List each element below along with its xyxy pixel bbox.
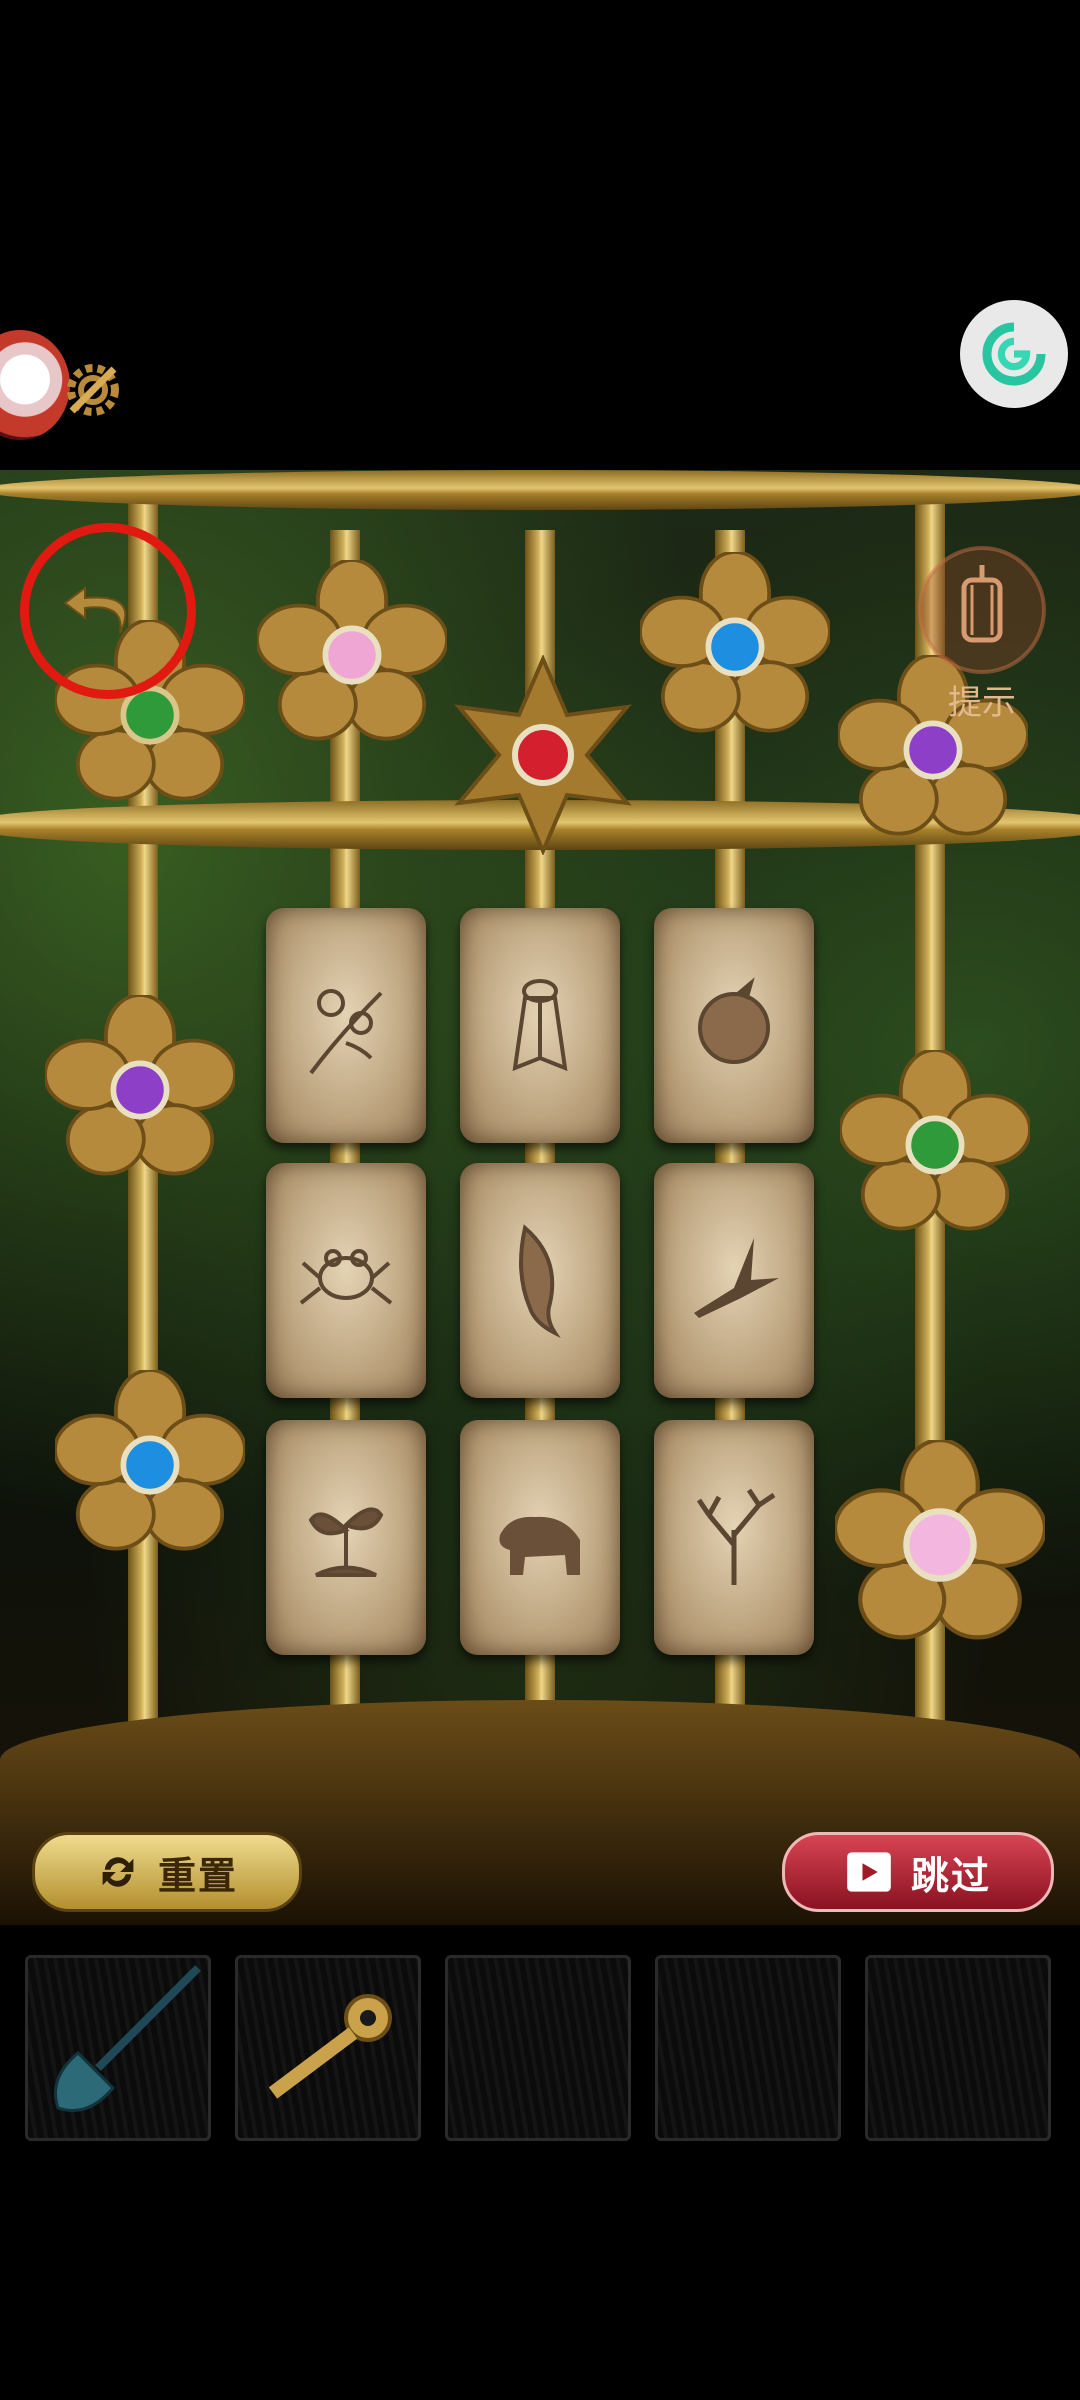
fish-icon — [519, 1224, 561, 1338]
tree-icon — [696, 1488, 776, 1585]
hint-button[interactable]: 提示 — [912, 540, 1052, 723]
skip-label: 跳过 — [910, 1853, 991, 1898]
stone-tile-sprout[interactable] — [266, 1420, 426, 1655]
gem-flower-red[interactable] — [443, 653, 643, 857]
stone-tile-cicada[interactable] — [460, 908, 620, 1143]
reset-label: 重置 — [157, 1853, 238, 1898]
gem-flower-purple[interactable] — [43, 993, 237, 1185]
stone-tile-fish[interactable] — [460, 1163, 620, 1398]
hint-label: 提示 — [948, 683, 1016, 723]
gem-flower-pink[interactable] — [255, 558, 449, 750]
gem-flower-green[interactable] — [838, 1048, 1032, 1240]
stone-tile-frog[interactable] — [266, 1163, 426, 1398]
back-button[interactable] — [20, 523, 196, 699]
lantern-icon — [918, 546, 1046, 674]
g-logo-icon — [982, 322, 1046, 386]
sprout-icon — [308, 1507, 384, 1577]
refresh-icon — [102, 1857, 134, 1887]
inventory-slot-empty[interactable] — [655, 1955, 841, 2141]
reset-button[interactable]: 重置 — [32, 1832, 302, 1912]
corner-logo-badge[interactable] — [960, 300, 1068, 408]
gem-flower-blue[interactable] — [638, 550, 832, 742]
inventory-slot-key[interactable] — [235, 1955, 421, 2141]
flower-branch-icon — [309, 989, 383, 1075]
stone-tile-pomegranate[interactable] — [654, 908, 814, 1143]
back-arrow-icon — [63, 586, 127, 634]
shovel-icon — [54, 1965, 201, 2112]
key-icon — [268, 1994, 392, 2099]
gem-flower-blue[interactable] — [53, 1368, 247, 1560]
cicada-icon — [512, 979, 568, 1072]
bird-icon — [694, 1238, 779, 1318]
inventory-slot-empty[interactable] — [865, 1955, 1051, 2141]
gem-flower-pink[interactable] — [832, 1437, 1048, 1650]
frog-icon — [299, 1249, 393, 1305]
bear-icon — [499, 1516, 580, 1575]
stone-tile-bird[interactable] — [654, 1163, 814, 1398]
skip-button[interactable]: 跳过 — [782, 1832, 1054, 1912]
inventory-slot-empty[interactable] — [445, 1955, 631, 2141]
inventory-slot-shovel[interactable] — [25, 1955, 211, 2141]
cage-top-rail — [0, 470, 1080, 510]
stone-tile-flower-branch[interactable] — [266, 908, 426, 1143]
stone-tile-tree[interactable] — [654, 1420, 814, 1655]
pomegranate-icon — [698, 977, 770, 1064]
stone-tile-bear[interactable] — [460, 1420, 620, 1655]
settings-gear-icon[interactable] — [58, 355, 128, 425]
video-play-icon — [847, 1852, 891, 1892]
